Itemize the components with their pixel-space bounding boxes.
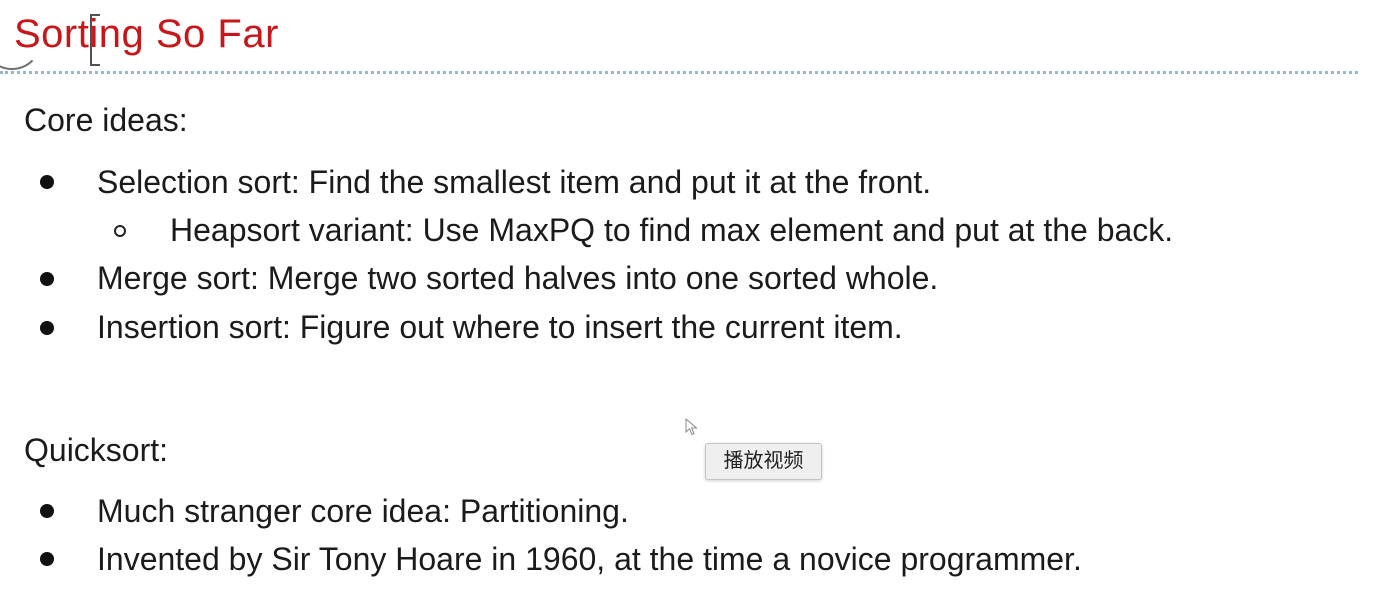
bullet-marker <box>40 175 54 189</box>
section-heading-quicksort: Quicksort: <box>24 432 169 468</box>
bullet-item-partitioning: Much stranger core idea: Partitioning. <box>97 493 629 529</box>
play-video-tooltip[interactable]: 播放视频 <box>705 443 822 480</box>
bullet-item-heapsort-variant: Heapsort variant: Use MaxPQ to find max … <box>170 212 1174 248</box>
bullet-item-selection-sort: Selection sort: Find the smallest item a… <box>97 164 932 200</box>
bullet-marker <box>40 504 54 518</box>
sub-bullet-marker <box>114 225 126 237</box>
bullet-marker <box>40 272 54 286</box>
bullet-item-hoare: Invented by Sir Tony Hoare in 1960, at t… <box>97 541 1082 577</box>
bullet-marker <box>40 552 54 566</box>
bullet-item-insertion-sort: Insertion sort: Figure out where to inse… <box>97 309 903 345</box>
bullet-item-merge-sort: Merge sort: Merge two sorted halves into… <box>97 260 939 296</box>
mouse-pointer-icon <box>685 418 698 436</box>
slide-title: Sorting So Far <box>14 12 279 56</box>
section-heading-core-ideas: Core ideas: <box>24 102 188 138</box>
bullet-marker <box>40 321 54 335</box>
title-divider <box>0 71 1358 74</box>
